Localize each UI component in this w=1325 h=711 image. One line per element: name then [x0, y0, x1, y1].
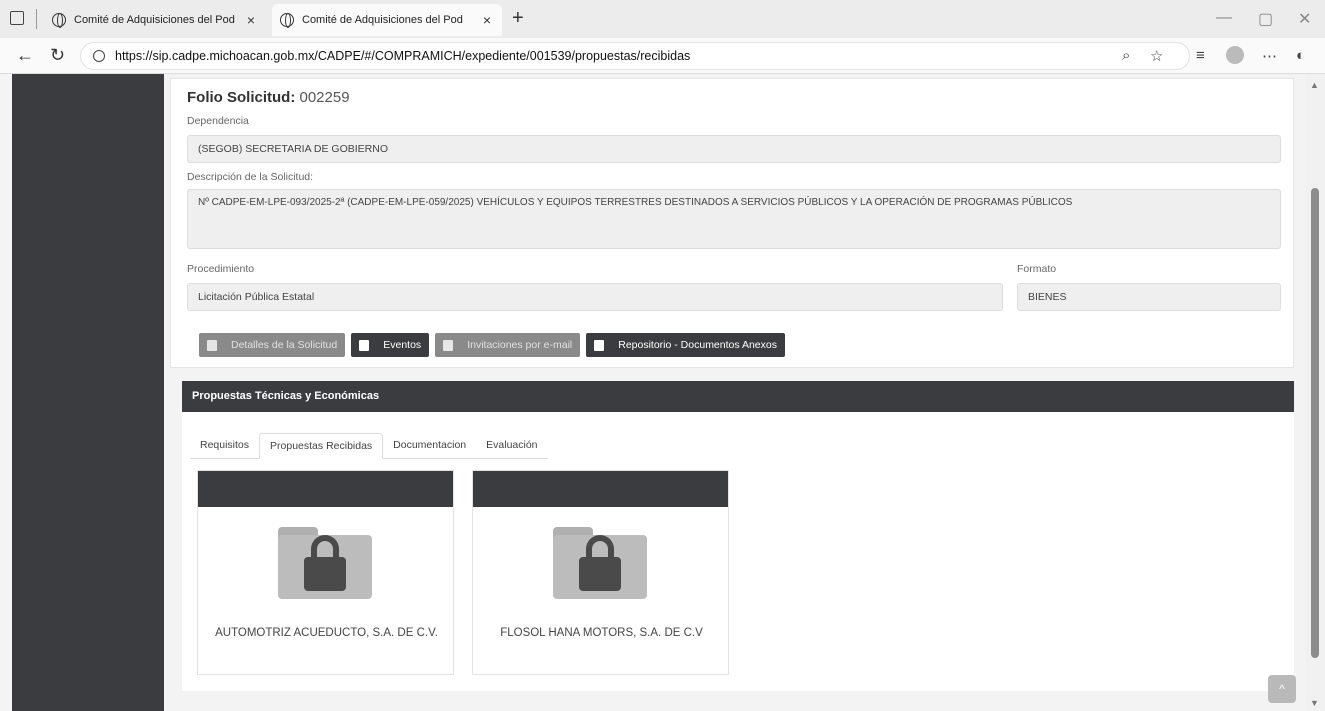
propuestas-card: Propuestas Técnicas y Económicas Requisi…: [182, 381, 1294, 691]
url-text: https://sip.cadpe.michoacan.gob.mx/CADPE…: [115, 49, 691, 63]
tab-documentacion[interactable]: Documentacion: [383, 433, 476, 458]
back-icon[interactable]: ←: [16, 45, 34, 66]
eventos-button[interactable]: Eventos: [351, 333, 430, 357]
url-input[interactable]: https://sip.cadpe.michoacan.gob.mx/CADPE…: [80, 42, 1190, 70]
minimize-icon[interactable]: —: [1216, 9, 1232, 27]
window-close-icon[interactable]: ✕: [1298, 9, 1311, 29]
formato-field: BIENES: [1017, 283, 1281, 311]
refresh-icon[interactable]: ↻: [50, 45, 65, 66]
tab-propuestas-recibidas[interactable]: Propuestas Recibidas: [259, 433, 384, 459]
action-buttons: Detalles de la Solicitud Eventos Invitac…: [199, 333, 785, 357]
folio-solicitud: Folio Solicitud: 002259: [187, 89, 350, 106]
procedimiento-label: Procedimiento: [187, 263, 255, 275]
folio-label: Folio Solicitud:: [187, 89, 296, 106]
close-icon[interactable]: ×: [244, 12, 258, 28]
formato-label: Formato: [1017, 263, 1057, 275]
app-sidebar: [12, 74, 164, 711]
copilot-icon[interactable]: ◐: [1296, 47, 1305, 64]
profile-avatar[interactable]: [1226, 46, 1244, 64]
procedimiento-field: Licitación Pública Estatal: [187, 283, 1003, 311]
scroll-top-button[interactable]: ^: [1268, 675, 1296, 703]
button-label: Invitaciones por e-mail: [467, 339, 573, 351]
tab-requisitos[interactable]: Requisitos: [190, 433, 259, 458]
maximize-icon[interactable]: ▢: [1258, 9, 1273, 29]
tab-evaluacion[interactable]: Evaluación: [476, 433, 547, 458]
zoom-icon[interactable]: ⌕: [1122, 47, 1130, 64]
address-card-icon: [443, 339, 454, 351]
detalles-solicitud-button[interactable]: Detalles de la Solicitud: [199, 333, 346, 357]
proveedor-name: AUTOMOTRIZ ACUEDUCTO, S.A. DE C.V.: [215, 627, 438, 639]
solicitud-card: Folio Solicitud: 002259 Dependencia (SEG…: [170, 78, 1294, 368]
tab-actions-icon[interactable]: [10, 11, 24, 25]
button-label: Detalles de la Solicitud: [231, 339, 338, 351]
scroll-down-icon[interactable]: ▼: [1310, 698, 1319, 708]
propuesta-card-header: [473, 471, 728, 507]
browser-tab-bar: Comité de Adquisiciones del Pod × Comité…: [0, 0, 1325, 38]
globe-icon: [280, 13, 294, 28]
site-info-icon[interactable]: [93, 50, 105, 62]
document-icon: [207, 339, 217, 351]
scroll-up-icon[interactable]: ▲: [1310, 80, 1319, 90]
scrollbar-thumb[interactable]: [1311, 188, 1319, 658]
calendar-icon: [359, 339, 370, 351]
favorites-list-icon[interactable]: ≡: [1196, 47, 1205, 64]
locked-folder-icon: [278, 527, 372, 599]
propuesta-card[interactable]: FLOSOL HANA MOTORS, S.A. DE C.V: [472, 470, 729, 675]
close-icon[interactable]: ×: [480, 12, 494, 28]
dependencia-field: (SEGOB) SECRETARIA DE GOBIERNO: [187, 135, 1281, 163]
globe-icon: [52, 13, 66, 28]
propuesta-card-header: [198, 471, 453, 507]
propuestas-header: Propuestas Técnicas y Económicas: [182, 381, 1294, 412]
tab-title: Comité de Adquisiciones del Pod: [302, 14, 463, 26]
more-options-icon[interactable]: ⋯: [1262, 47, 1277, 65]
repositorio-button[interactable]: Repositorio - Documentos Anexos: [586, 333, 785, 357]
descripcion-textarea[interactable]: Nº CADPE-EM-LPE-093/2025-2ª (CADPE-EM-LP…: [187, 189, 1281, 249]
button-label: Repositorio - Documentos Anexos: [618, 339, 777, 351]
propuestas-tabs: Requisitos Propuestas Recibidas Document…: [190, 433, 548, 459]
browser-tab-2[interactable]: Comité de Adquisiciones del Pod ×: [272, 4, 502, 36]
browser-tab-1[interactable]: Comité de Adquisiciones del Pod ×: [44, 4, 266, 36]
tab-divider: [36, 9, 37, 29]
proveedor-name: FLOSOL HANA MOTORS, S.A. DE C.V: [500, 627, 703, 639]
descripcion-label: Descripción de la Solicitud:: [187, 171, 314, 183]
locked-folder-icon: [553, 527, 647, 599]
favorite-icon[interactable]: ☆: [1150, 47, 1163, 65]
tab-title: Comité de Adquisiciones del Pod: [74, 14, 235, 26]
new-tab-icon[interactable]: +: [512, 7, 524, 30]
propuesta-card[interactable]: AUTOMOTRIZ ACUEDUCTO, S.A. DE C.V.: [197, 470, 454, 675]
invitaciones-button[interactable]: Invitaciones por e-mail: [435, 333, 581, 357]
folio-value: 002259: [299, 89, 350, 106]
button-label: Eventos: [383, 339, 422, 351]
address-bar-row: ← ↻ https://sip.cadpe.michoacan.gob.mx/C…: [0, 38, 1325, 74]
dependencia-label: Dependencia: [187, 115, 249, 127]
archive-icon: [594, 339, 605, 351]
